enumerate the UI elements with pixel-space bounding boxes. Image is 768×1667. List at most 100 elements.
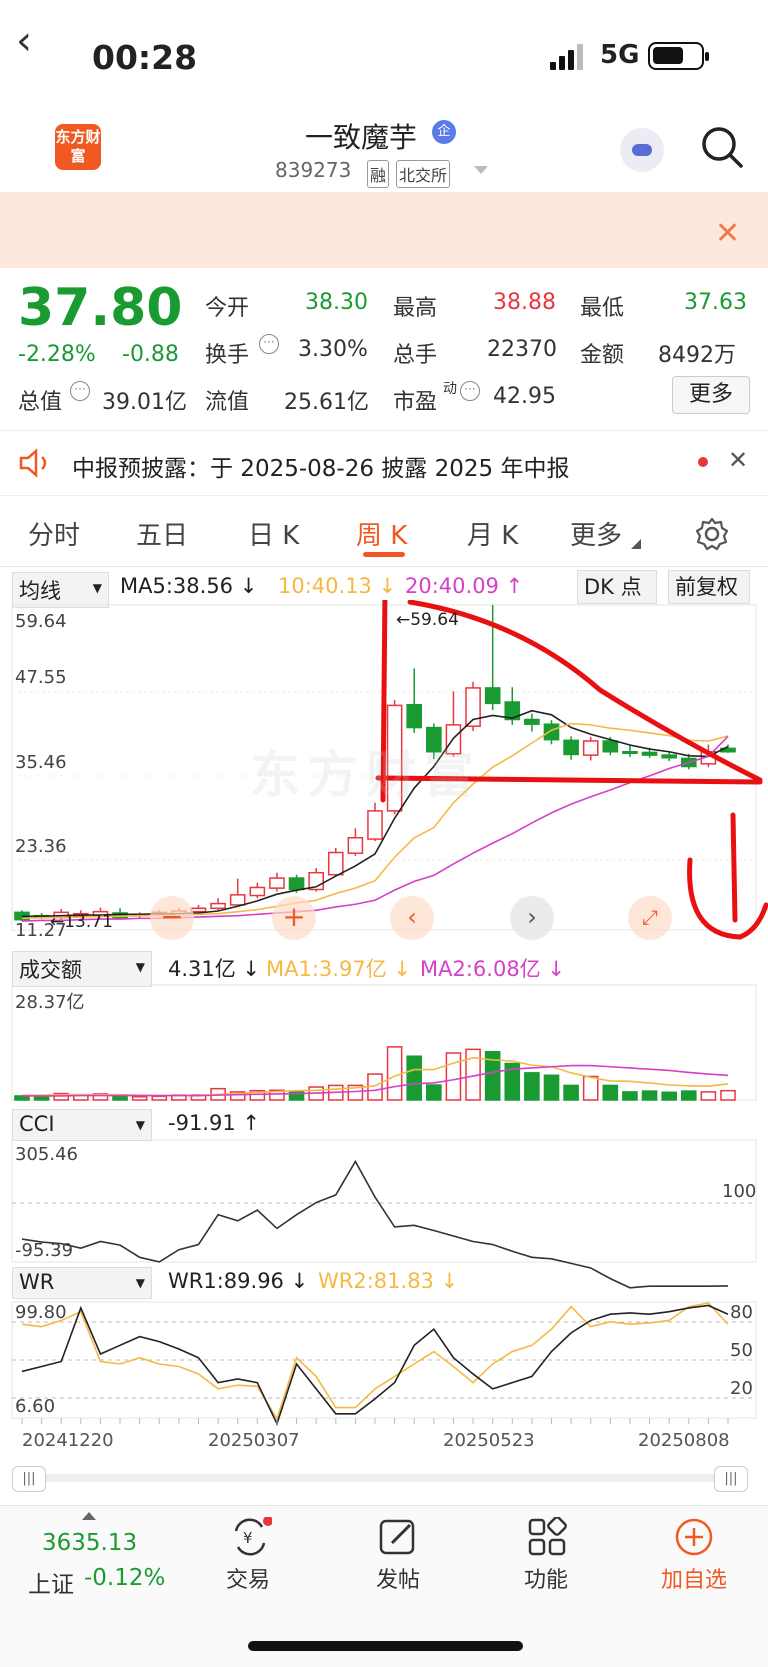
volume-bar: [700, 1091, 717, 1101]
promo-banner[interactable]: [0, 192, 768, 268]
status-bar: 00:28 5G: [0, 0, 768, 110]
low-label: 最低: [580, 296, 625, 321]
open-label: 今开: [205, 296, 250, 321]
more-button[interactable]: 更多: [672, 376, 750, 414]
nav-add-watchlist[interactable]: 加自选: [654, 1562, 734, 1594]
nav-trade[interactable]: 交易: [218, 1562, 278, 1594]
battery-icon: [648, 42, 709, 70]
tab-monthly-k[interactable]: 月 K: [467, 515, 518, 552]
candle-body: [641, 751, 658, 756]
step-forward-button[interactable]: ›: [510, 896, 554, 940]
post-icon[interactable]: [378, 1517, 418, 1557]
index-percent[interactable]: -0.12%: [84, 1565, 165, 1591]
ma5-value: MA5:38.56 ↓: [120, 574, 258, 598]
trade-icon[interactable]: ¥: [228, 1517, 272, 1557]
change-amount: -0.88: [122, 342, 179, 367]
dk-point-button[interactable]: DK 点: [577, 570, 657, 604]
assistant-robot-icon[interactable]: [620, 128, 664, 172]
float-cap-label: 流值: [205, 390, 250, 415]
volume-value: 22370: [487, 337, 557, 362]
stock-name: 一致魔芋: [305, 121, 418, 154]
tab-five-day[interactable]: 五日: [136, 515, 188, 552]
range-scroller-track[interactable]: [28, 1474, 733, 1482]
notice-close-icon[interactable]: ✕: [728, 446, 748, 474]
tab-weekly-k[interactable]: 周 K: [356, 515, 407, 552]
cci-value: -91.91 ↑: [168, 1111, 260, 1135]
change-percent: -2.28%: [18, 342, 96, 367]
k-axis-label: 47.55: [15, 667, 67, 688]
volume-bar: [386, 1046, 403, 1101]
zoom-in-button[interactable]: +: [272, 896, 316, 940]
tab-more[interactable]: 更多: [570, 515, 622, 552]
volume-axis-top: 28.37亿: [15, 992, 85, 1013]
expand-up-icon[interactable]: [82, 1512, 96, 1522]
step-back-button[interactable]: ‹: [390, 896, 434, 940]
amount-label: 金额: [580, 343, 625, 368]
unread-dot: [698, 457, 708, 467]
fullscreen-button[interactable]: ⤢: [628, 896, 672, 940]
gear-icon[interactable]: [695, 517, 729, 551]
candle-body: [210, 902, 226, 910]
add-watchlist-icon[interactable]: [674, 1517, 714, 1557]
info-icon[interactable]: ···: [70, 381, 90, 401]
app-logo[interactable]: 东方财富: [55, 124, 101, 170]
high-label: 最高: [393, 296, 438, 321]
back-button[interactable]: ‹: [16, 18, 32, 64]
volume-bar: [524, 1072, 540, 1101]
pe-dynamic-label: 动: [443, 381, 457, 397]
search-icon[interactable]: [700, 125, 744, 169]
float-cap-value: 25.61亿: [284, 390, 369, 415]
zoom-out-button[interactable]: −: [150, 896, 194, 940]
indicator-select-wr[interactable]: WR ▼: [12, 1267, 152, 1299]
index-name[interactable]: 上证: [28, 1565, 74, 1599]
high-value: 38.88: [493, 290, 556, 315]
wr-axis-bottom: 6.60: [15, 1396, 56, 1417]
k-axis-label: 35.46: [15, 752, 67, 773]
ma20-value: 20:40.09 ↑: [405, 574, 524, 598]
functions-icon[interactable]: [527, 1517, 567, 1557]
tab-intraday[interactable]: 分时: [28, 515, 80, 552]
info-icon[interactable]: ···: [259, 334, 279, 354]
wr-level-label: 20: [730, 1378, 753, 1399]
cci-level-label: 100: [722, 1181, 757, 1202]
network-label: 5G: [600, 40, 640, 70]
open-value: 38.30: [305, 290, 368, 315]
date-label: 20250808: [638, 1430, 730, 1451]
wr2-value: WR2:81.83 ↓: [318, 1269, 459, 1293]
wr-axis-top: 99.80: [15, 1302, 67, 1323]
candle-body: [190, 907, 207, 913]
volume-bar: [602, 1084, 619, 1101]
svg-text:¥: ¥: [243, 1529, 253, 1547]
cci-select-label: CCI: [19, 1112, 55, 1136]
nav-post[interactable]: 发帖: [368, 1562, 428, 1594]
pe-value: 42.95: [493, 384, 556, 409]
volume-ma2: MA2:6.08亿 ↓: [420, 957, 565, 981]
candle-body: [524, 718, 540, 725]
wr-select-label: WR: [19, 1270, 55, 1294]
index-value[interactable]: 3635.13: [42, 1530, 137, 1556]
candle-body: [229, 894, 246, 906]
indicator-select-cci[interactable]: CCI ▼: [12, 1109, 152, 1141]
wr2-line: [21, 1302, 729, 1421]
candle-body: [327, 851, 344, 876]
divider: [0, 566, 768, 567]
tab-daily-k[interactable]: 日 K: [248, 515, 299, 552]
banner-close-icon[interactable]: ✕: [715, 216, 740, 251]
volume-value: 4.31亿 ↓: [168, 957, 261, 981]
cci-axis-top: 305.46: [15, 1144, 78, 1165]
candle-body: [563, 739, 579, 756]
indicator-select-volume[interactable]: 成交额 ▼: [12, 951, 152, 987]
market-cap-value: 39.01亿: [102, 390, 187, 415]
range-handle-right[interactable]: |||: [714, 1466, 748, 1492]
volume-bar: [720, 1089, 736, 1101]
volume-bar: [622, 1091, 638, 1101]
dropdown-triangle-icon[interactable]: [474, 166, 488, 176]
range-handle-left[interactable]: |||: [12, 1466, 46, 1492]
candle-body: [602, 740, 619, 753]
date-label: 20250307: [208, 1430, 300, 1451]
volume-bar: [406, 1055, 423, 1101]
adjust-select[interactable]: 前复权: [668, 570, 750, 604]
nav-functions[interactable]: 功能: [516, 1562, 576, 1594]
info-icon[interactable]: ···: [460, 381, 480, 401]
wr-level-label: 80: [730, 1302, 753, 1323]
